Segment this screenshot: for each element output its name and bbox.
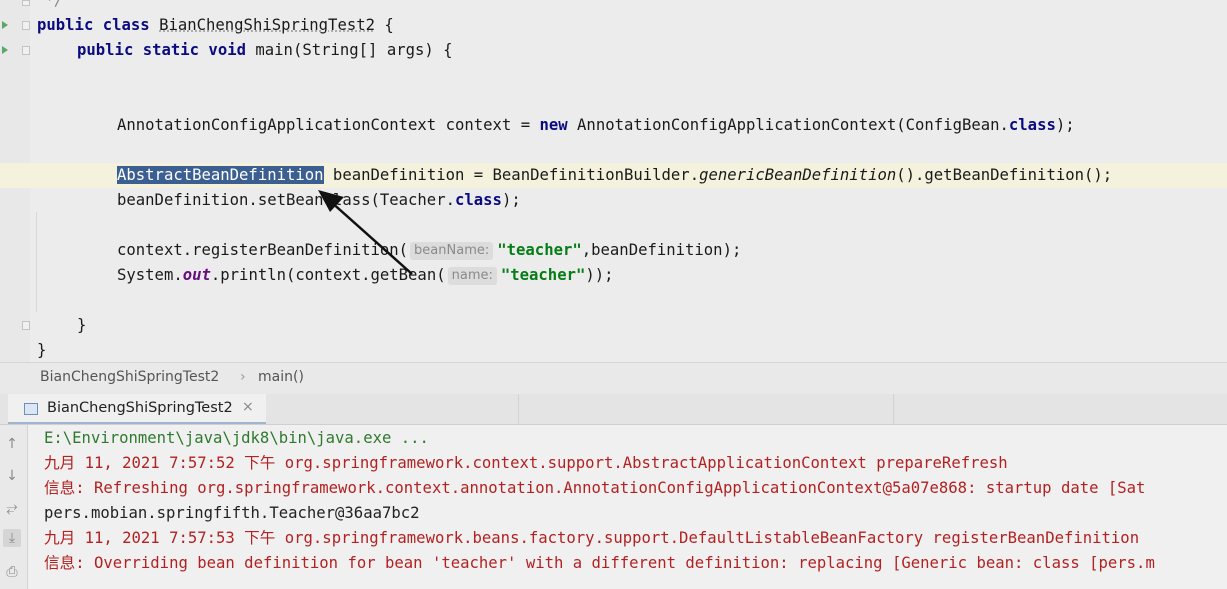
arrow-down-icon[interactable]: ↓ — [3, 467, 21, 485]
console-line: 九月 11, 2021 7:57:52 下午 org.springframewo… — [44, 454, 1008, 472]
breadcrumb-method[interactable]: main() — [258, 369, 304, 385]
code-editor[interactable]: */ public class BianChengShiSpringTest2 … — [0, 0, 1227, 362]
console-line: E:\Environment\java\jdk8\bin\java.exe ..… — [44, 429, 429, 447]
console-line: 信息: Overriding bean definition for bean … — [44, 554, 1155, 572]
run-tab-label: BianChengShiSpringTest2 — [47, 400, 233, 416]
console-line: 信息: Refreshing org.springframework.conte… — [44, 479, 1146, 497]
soft-wrap-icon[interactable]: ⥂ — [3, 499, 21, 517]
console-line: 九月 11, 2021 7:57:53 下午 org.springframewo… — [44, 529, 1140, 547]
print-icon[interactable]: ⎙ — [3, 563, 21, 581]
console-toolbar: ↑ ↓ ⥂ ⤓ ⎙ — [0, 425, 28, 589]
annotation-arrow — [318, 190, 413, 275]
console-output[interactable]: ↑ ↓ ⥂ ⤓ ⎙ E:\Environment\java\jdk8\bin\j… — [0, 425, 1227, 589]
breadcrumb: BianChengShiSpringTest2 › main() — [0, 362, 1227, 394]
arrow-up-icon[interactable]: ↑ — [3, 435, 21, 453]
divider — [518, 394, 519, 424]
breadcrumb-separator: › — [240, 369, 246, 385]
breadcrumb-class[interactable]: BianChengShiSpringTest2 — [40, 369, 219, 385]
scroll-to-end-icon[interactable]: ⤓ — [3, 529, 21, 547]
run-tab-bar: BianChengShiSpringTest2 × — [0, 394, 1227, 425]
run-config-icon — [24, 403, 38, 415]
close-icon[interactable]: × — [242, 399, 254, 415]
run-tab[interactable]: BianChengShiSpringTest2 × — [8, 394, 266, 424]
divider — [893, 394, 894, 424]
console-line: pers.mobian.springfifth.Teacher@36aa7bc2 — [44, 504, 420, 522]
